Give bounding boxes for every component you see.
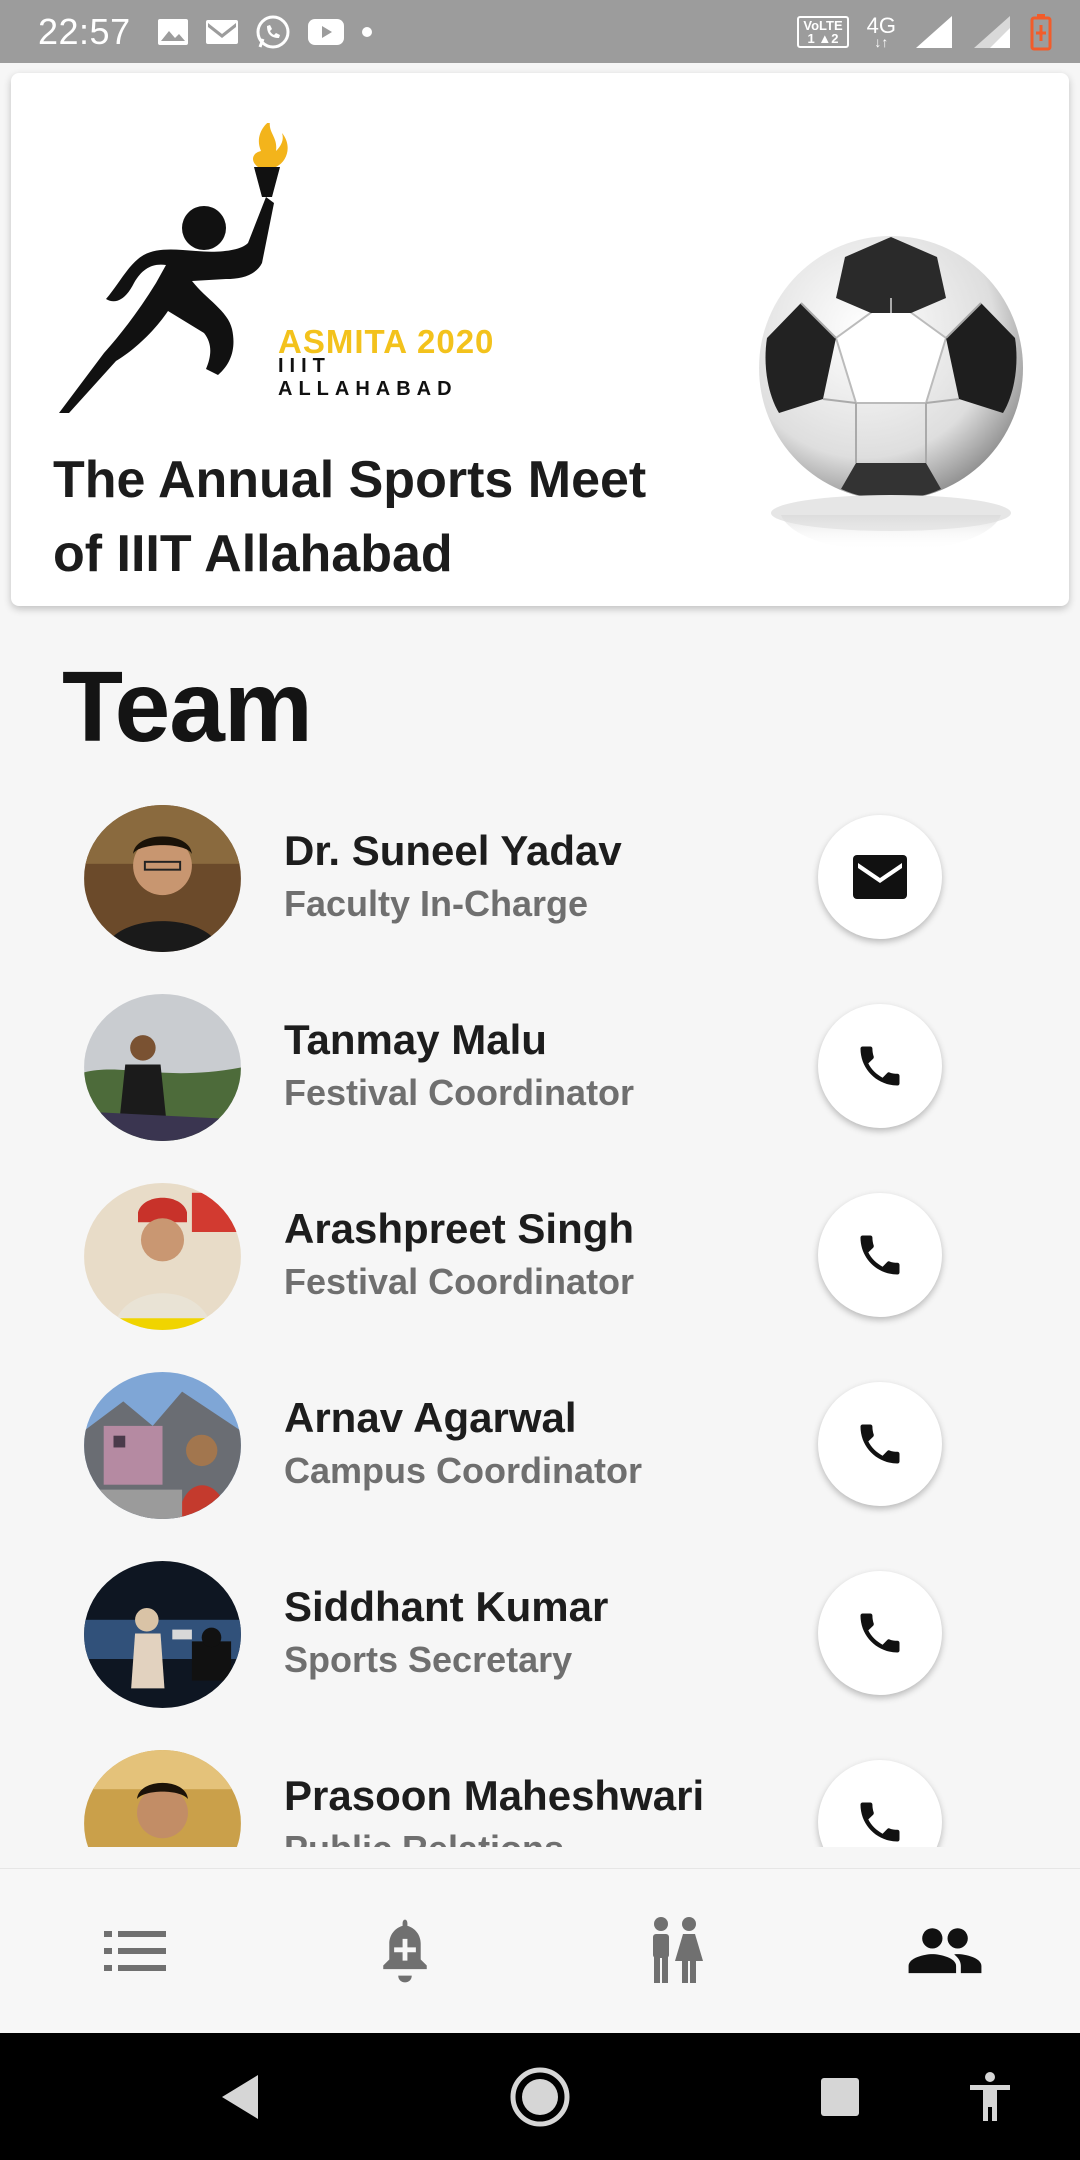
member-role: Festival Coordinator [284, 1072, 635, 1113]
list-item: Prasoon Maheshwari Public Relations [0, 1730, 1080, 1847]
call-button[interactable] [818, 1004, 942, 1128]
system-navigation-bar [0, 2033, 1080, 2160]
home-button[interactable] [505, 2033, 575, 2160]
member-name: Arnav Agarwal [284, 1394, 577, 1441]
logo-subtitle: IIIT ALLAHABAD [278, 355, 458, 400]
bottom-navigation [0, 1868, 1080, 2033]
member-role: Sports Secretary [284, 1639, 573, 1680]
gallery-icon [157, 18, 189, 46]
battery-icon [1030, 13, 1052, 51]
email-button[interactable] [818, 815, 942, 939]
home-icon [510, 2067, 570, 2126]
avatar [84, 994, 241, 1141]
youtube-icon [307, 18, 345, 46]
list-item: Dr. Suneel Yadav Faculty In-Charge [0, 785, 1080, 974]
phone-icon [860, 1802, 900, 1842]
member-role: Faculty In-Charge [284, 883, 589, 924]
asmita-logo: ASMITA 2020 IIIT ALLAHABAD [56, 121, 496, 423]
call-button[interactable] [818, 1760, 942, 1847]
recents-icon [821, 2077, 859, 2116]
list-item: Arnav Agarwal Campus Coordinator [0, 1352, 1080, 1541]
member-name: Arashpreet Singh [284, 1205, 635, 1252]
team-icon [908, 1928, 982, 1974]
call-button[interactable] [818, 1571, 942, 1695]
accessibility-icon [970, 2071, 1010, 2121]
list-icon [104, 1931, 166, 1971]
tagline: The Annual Sports Meet of IIIT Allahabad [53, 451, 647, 583]
network-type: 4G ↓↑ [866, 12, 896, 50]
header-card: ASMITA 2020 IIIT ALLAHABAD The Annual Sp… [11, 73, 1069, 606]
phone-icon [860, 1613, 900, 1653]
avatar [84, 1183, 241, 1330]
team-list[interactable]: Dr. Suneel Yadav Faculty In-Charge Tanma… [0, 785, 1080, 1847]
list-item: Arashpreet Singh Festival Coordinator [0, 1163, 1080, 1352]
member-role: Festival Coordinator [284, 1261, 635, 1302]
dot-icon [361, 26, 373, 38]
notification-add-icon [383, 1919, 427, 1983]
phone-icon [860, 1046, 900, 1086]
member-name: Siddhant Kumar [284, 1583, 609, 1630]
accessibility-button[interactable] [965, 2033, 1015, 2160]
volte-indicator: VoLTE 1 ▲2 [797, 15, 849, 48]
back-button[interactable] [210, 2033, 270, 2160]
notification-icons [157, 14, 373, 50]
status-bar: 22:57 VoLTE 1 ▲2 4G ↓↑ [0, 0, 1080, 63]
member-name: Tanmay Malu [284, 1016, 547, 1063]
call-button[interactable] [818, 1193, 942, 1317]
nav-team[interactable] [810, 1869, 1080, 2033]
avatar [84, 1750, 241, 1847]
signal-icon [972, 14, 1012, 50]
whatsapp-icon [255, 14, 291, 50]
back-icon [222, 2074, 258, 2119]
nav-participants[interactable] [540, 1869, 810, 2033]
people-gender-icon [653, 1917, 703, 1983]
nav-notifications[interactable] [270, 1869, 540, 2033]
phone-icon [860, 1235, 900, 1275]
section-title: Team [62, 651, 313, 763]
phone-icon [860, 1424, 900, 1464]
member-role: Campus Coordinator [284, 1450, 643, 1491]
call-button[interactable] [818, 1382, 942, 1506]
avatar [84, 805, 241, 952]
avatar [84, 1561, 241, 1708]
list-item: Tanmay Malu Festival Coordinator [0, 974, 1080, 1163]
signal-icon [914, 14, 954, 50]
member-name: Dr. Suneel Yadav [284, 827, 622, 874]
list-item: Siddhant Kumar Sports Secretary [0, 1541, 1080, 1730]
status-time: 22:57 [38, 10, 131, 52]
football-image [741, 163, 1041, 583]
gmail-icon [205, 19, 239, 45]
nav-events[interactable] [0, 1869, 270, 2033]
mail-icon [853, 855, 907, 899]
member-role: Public Relations [284, 1828, 564, 1847]
member-name: Prasoon Maheshwari [284, 1772, 705, 1819]
avatar [84, 1372, 241, 1519]
recents-button[interactable] [815, 2033, 865, 2160]
